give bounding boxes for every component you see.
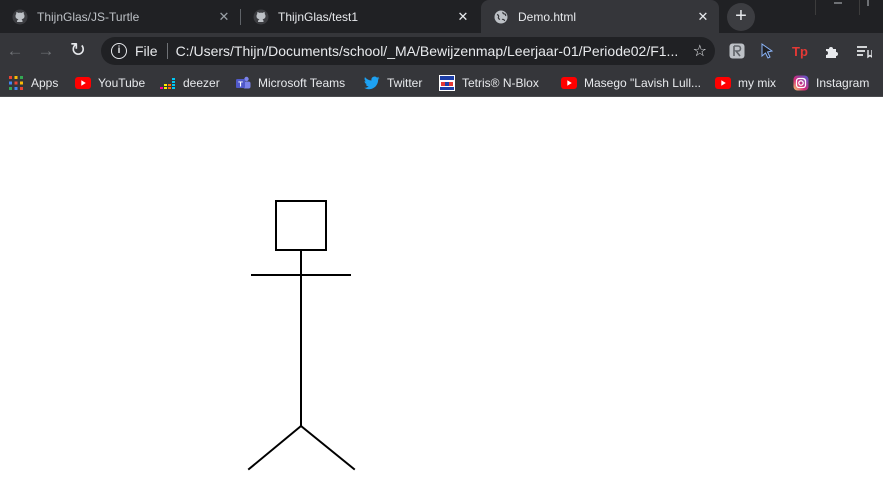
tp-extension-icon[interactable]: Tp: [790, 41, 810, 61]
browser-toolbar: ← → ↻ i File C:/Users/Thijn/Documents/sc…: [0, 33, 883, 69]
back-button[interactable]: ←: [3, 39, 27, 63]
tab-title: ThijnGlas/test1: [278, 9, 359, 24]
bookmark-instagram[interactable]: Instagram: [793, 74, 869, 92]
github-icon: [253, 9, 269, 25]
tab-strip: ThijnGlas/JS-Turtle ✕ ThijnGlas/test1 ✕ …: [0, 0, 883, 33]
bookmark-masego[interactable]: Masego "Lavish Lull...: [561, 74, 701, 92]
bookmark-label: Microsoft Teams: [258, 76, 346, 90]
url-text[interactable]: C:/Users/Thijn/Documents/school/_MA/Bewi…: [176, 43, 678, 59]
cursor-extension-icon[interactable]: [757, 41, 777, 61]
maximize-window-button[interactable]: [859, 0, 883, 15]
site-info-icon[interactable]: i: [111, 43, 127, 59]
bookmark-label: Twitter: [387, 76, 423, 90]
tab-close-icon[interactable]: ✕: [455, 9, 471, 25]
tab-js-turtle[interactable]: ThijnGlas/JS-Turtle ✕: [0, 0, 240, 33]
page-content: [0, 98, 883, 485]
youtube-icon: [715, 75, 731, 91]
reload-button[interactable]: ↻: [66, 39, 90, 63]
puzzle-extensions-icon[interactable]: [822, 41, 842, 61]
tab-test1[interactable]: ThijnGlas/test1 ✕: [241, 0, 479, 33]
minimize-icon: [833, 2, 842, 4]
bookmark-star-icon[interactable]: ☆: [693, 41, 707, 61]
tab-close-icon[interactable]: ✕: [695, 9, 711, 25]
bookmark-label: deezer: [183, 76, 220, 90]
tab-demo-html[interactable]: Demo.html ✕: [481, 0, 719, 33]
globe-icon: [493, 9, 509, 25]
svg-text:Tp: Tp: [792, 44, 808, 59]
bookmark-label: Masego "Lavish Lull...: [584, 76, 701, 90]
youtube-icon: [75, 75, 91, 91]
url-scheme-label: File: [135, 43, 158, 59]
bookmark-label: my mix: [738, 76, 776, 90]
omnibox-divider: [166, 43, 168, 59]
stick-figure-head: [275, 200, 327, 251]
new-tab-button[interactable]: +: [727, 3, 755, 31]
tetris-icon: [439, 75, 455, 91]
turtle-canvas: [247, 200, 356, 471]
bookmark-tetris[interactable]: Tetris® N-Blox: [439, 74, 539, 92]
bookmark-my-mix[interactable]: my mix: [715, 74, 776, 92]
bookmark-youtube[interactable]: YouTube: [75, 74, 145, 92]
stick-figure-right-leg: [299, 424, 356, 471]
youtube-icon: [561, 75, 577, 91]
bookmark-label: Tetris® N-Blox: [462, 76, 539, 90]
bookmark-twitter[interactable]: Twitter: [364, 74, 422, 92]
readability-icon[interactable]: [727, 41, 747, 61]
stick-figure-left-leg: [247, 424, 303, 471]
github-icon: [12, 9, 28, 25]
reading-list-icon[interactable]: [854, 41, 874, 61]
minimize-window-button[interactable]: [815, 0, 859, 15]
bookmark-label: YouTube: [98, 76, 146, 90]
tab-title: Demo.html: [518, 9, 577, 24]
twitter-icon: [364, 75, 380, 91]
svg-text:T: T: [238, 79, 243, 88]
tab-title: ThijnGlas/JS-Turtle: [37, 9, 140, 24]
bookmark-label: Instagram: [816, 76, 870, 90]
apps-grid-icon: [8, 75, 24, 91]
bookmark-microsoft-teams[interactable]: T Microsoft Teams: [235, 74, 345, 92]
bookmark-label: Apps: [31, 76, 59, 90]
forward-button[interactable]: →: [34, 39, 58, 63]
maximize-icon: [867, 0, 868, 6]
address-bar[interactable]: i File C:/Users/Thijn/Documents/school/_…: [101, 37, 715, 65]
bookmarks-bar: Apps YouTube deezer T Microsoft Teams Tw…: [0, 69, 883, 97]
tab-close-icon[interactable]: ✕: [216, 9, 232, 25]
bookmark-apps[interactable]: Apps: [8, 74, 58, 92]
deezer-icon: [160, 75, 176, 91]
instagram-icon: [793, 75, 809, 91]
teams-icon: T: [235, 75, 251, 91]
bookmark-deezer[interactable]: deezer: [160, 74, 220, 92]
